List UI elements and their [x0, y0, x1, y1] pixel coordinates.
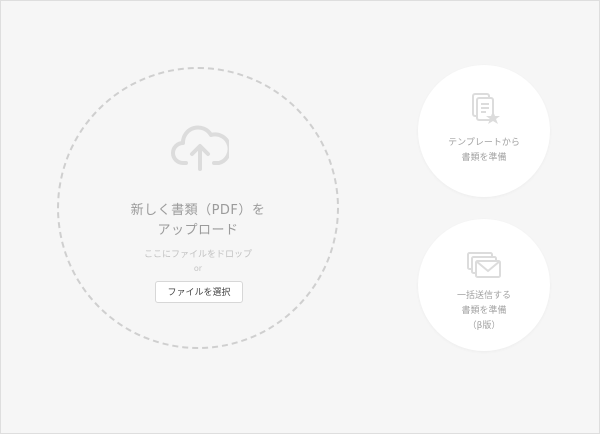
- select-file-button[interactable]: ファイルを選択: [155, 281, 243, 303]
- drop-hint: ここにファイルをドロップ: [143, 250, 252, 260]
- cloud-upload-icon: [171, 125, 229, 171]
- file-drop-zone[interactable]: 新しく書類（PDF）を アップロード ここにファイルをドロップ or ファイルを…: [57, 67, 339, 349]
- beta-badge: （β版）: [467, 321, 501, 331]
- template-card-line1: テンプレートから: [448, 138, 520, 148]
- upload-title-line2: アップロード: [157, 223, 239, 238]
- document-star-icon: [472, 93, 500, 124]
- bulk-card-line2: 書類を準備: [461, 306, 507, 316]
- upload-title: 新しく書類（PDF）を アップロード: [59, 201, 337, 241]
- upload-title-line1: 新しく書類（PDF）を: [130, 203, 266, 218]
- upload-panel: 新しく書類（PDF）を アップロード ここにファイルをドロップ or ファイルを…: [0, 0, 600, 434]
- envelopes-icon: [467, 252, 501, 278]
- template-card-line2: 書類を準備: [461, 153, 507, 163]
- template-prepare-button[interactable]: テンプレートから 書類を準備: [418, 65, 550, 197]
- template-card-label: テンプレートから 書類を準備: [418, 136, 550, 166]
- bulk-send-button[interactable]: 一括送信する 書類を準備 （β版）: [418, 219, 550, 351]
- or-separator: or: [193, 264, 203, 273]
- bulk-card-label: 一括送信する 書類を準備 （β版）: [418, 289, 550, 334]
- bulk-card-line1: 一括送信する: [456, 291, 511, 301]
